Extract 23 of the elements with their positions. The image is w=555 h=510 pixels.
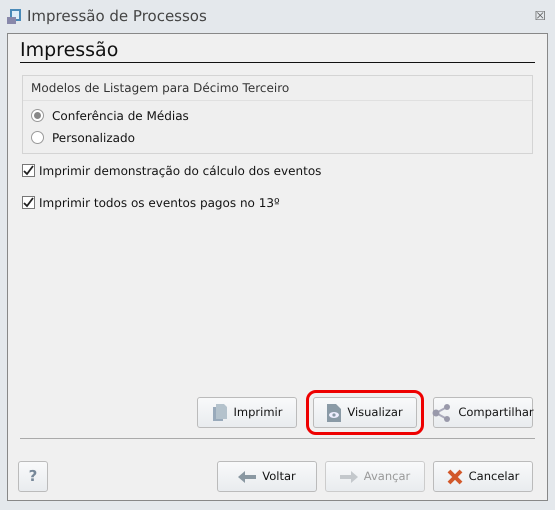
share-icon (432, 404, 452, 422)
close-button[interactable]: ⮽ (535, 6, 545, 26)
checkbox[interactable] (22, 196, 35, 210)
radio-button[interactable] (31, 109, 44, 122)
option-label: Personalizado (52, 130, 135, 147)
document-icon (212, 404, 228, 422)
eye-document-icon (327, 404, 342, 422)
window-title: Impressão de Processos (27, 6, 208, 28)
right-arrow-icon (340, 470, 358, 482)
checkbox-label: Imprimir demonstração do cálculo dos eventos (39, 162, 322, 180)
cancel-button[interactable]: Cancelar (433, 461, 533, 492)
checkbox-label: Imprimir todos os eventos pagos no 13º (39, 194, 280, 212)
group-title: Modelos de Listagem para Décimo Terceiro (23, 76, 532, 101)
option-label: Conferência de Médias (52, 108, 189, 125)
radio-button[interactable] (31, 131, 44, 144)
page-heading: Impressão (20, 40, 535, 63)
cross-icon (446, 468, 463, 484)
app-icon (6, 8, 23, 25)
checkbox[interactable] (22, 164, 35, 178)
print-button[interactable]: Imprimir (197, 397, 297, 428)
left-arrow-icon (238, 470, 256, 482)
share-button[interactable]: Compartilhar (433, 397, 533, 428)
back-button[interactable]: Voltar (217, 461, 317, 492)
